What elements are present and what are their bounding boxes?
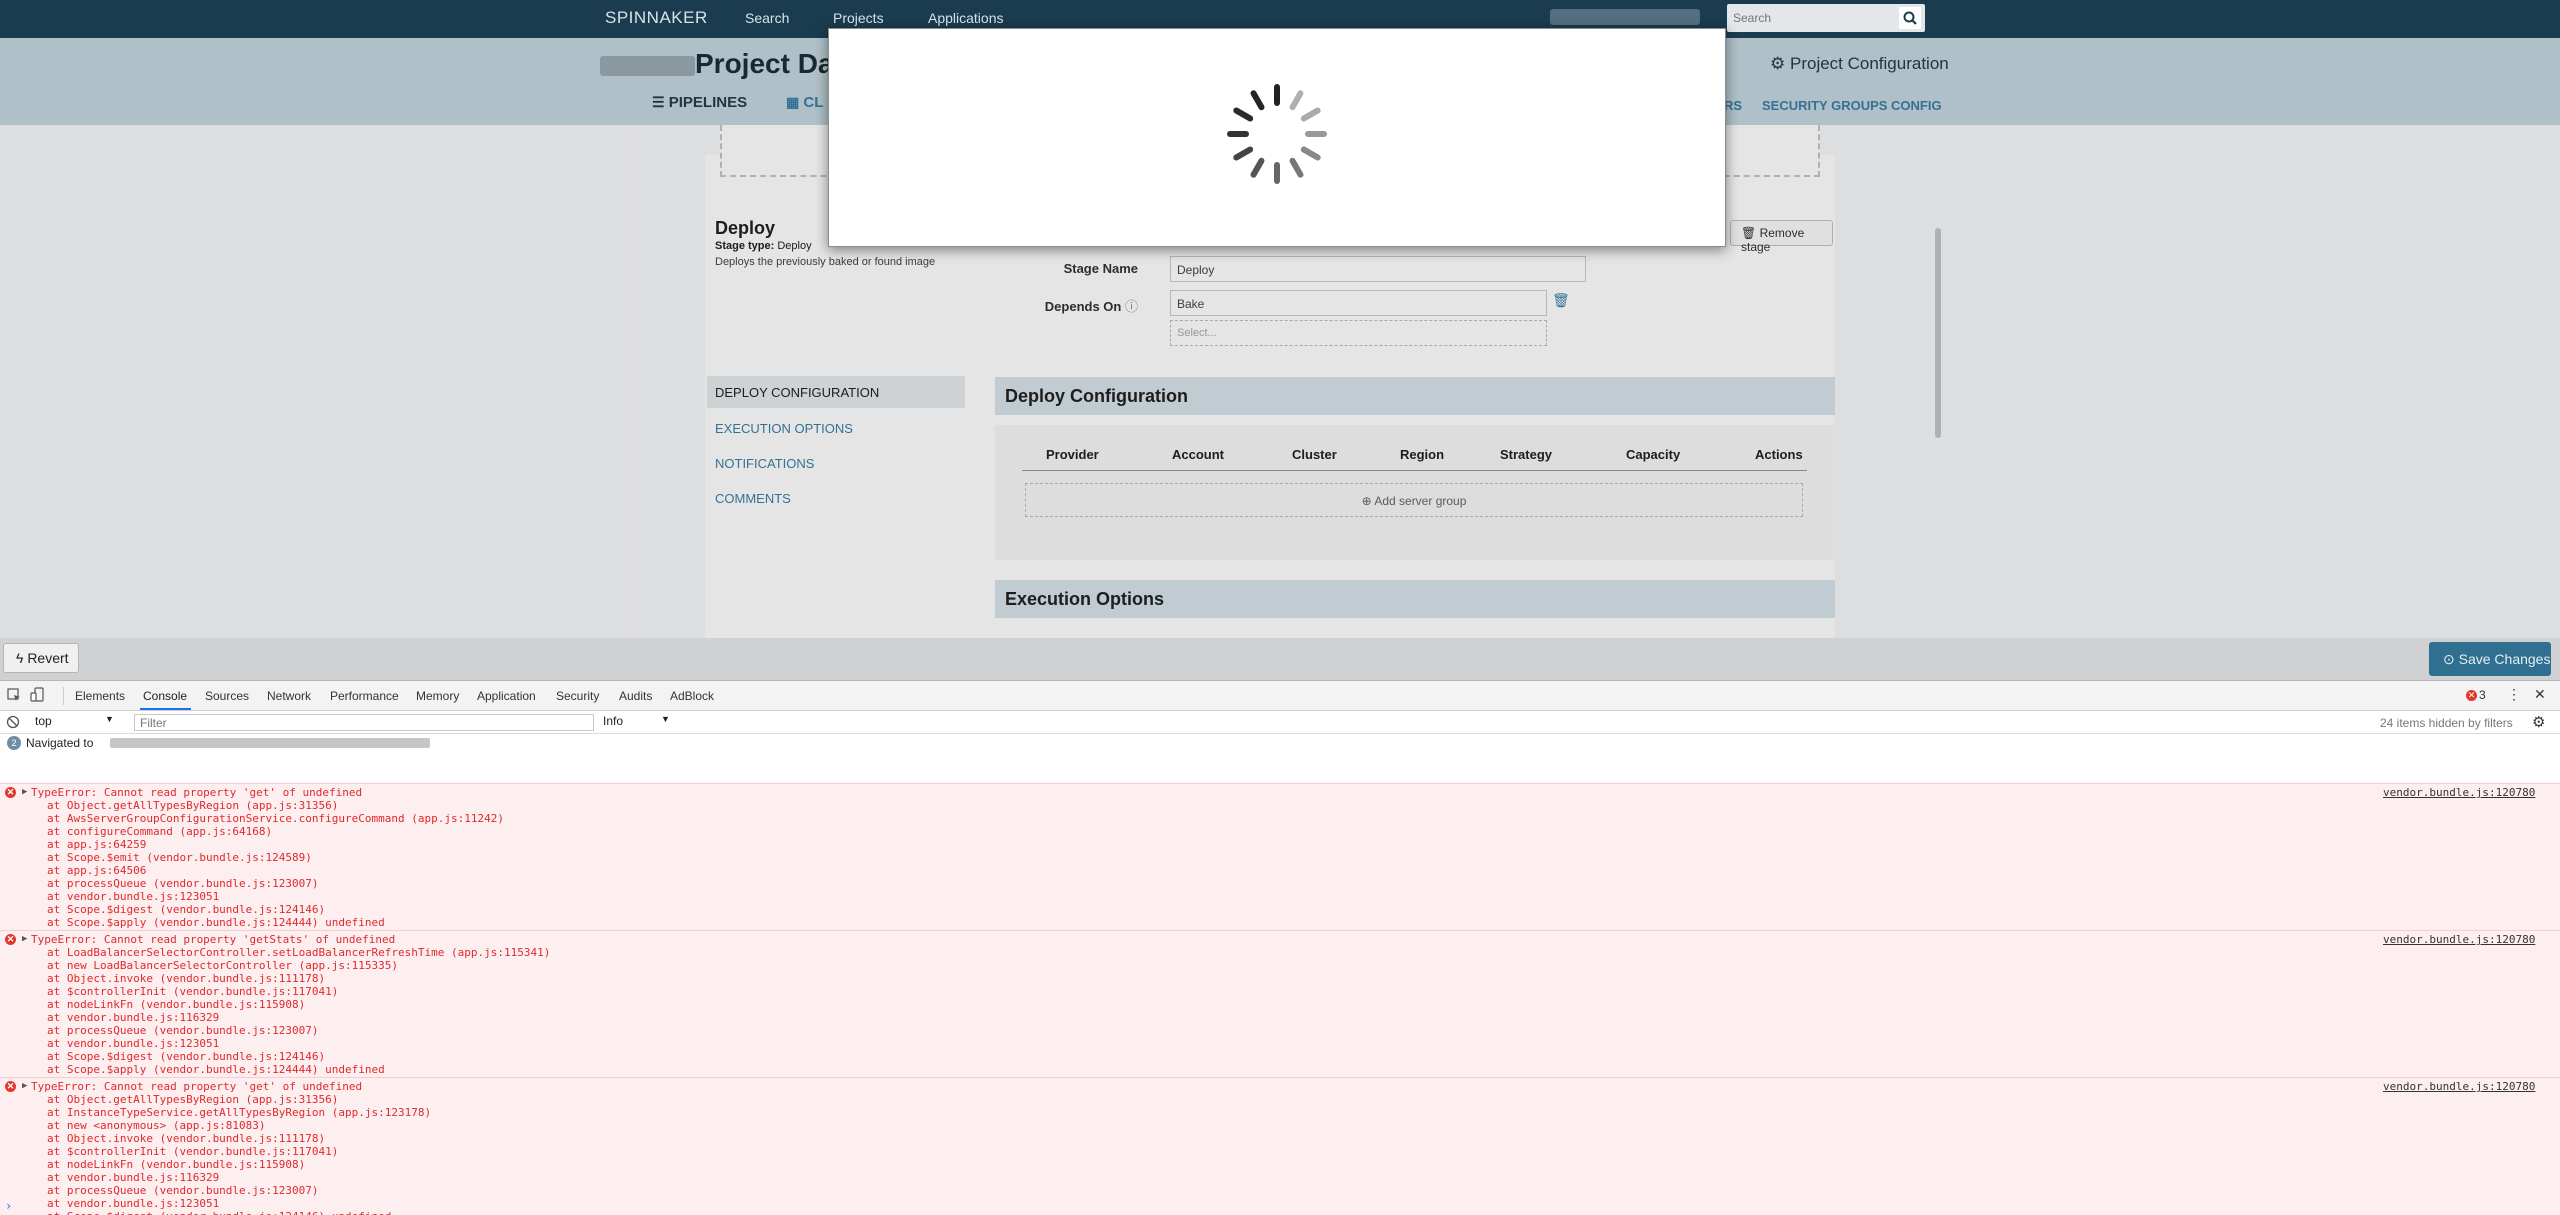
search-input[interactable] <box>1733 9 1883 27</box>
navigated-url-redacted[interactable] <box>110 738 430 748</box>
global-search <box>1727 4 1925 32</box>
console-toolbar: top ▼ Filter Info ▼ 24 items hidden by f… <box>0 711 2560 734</box>
stack-trace-line[interactable]: at nodeLinkFn (vendor.bundle.js:115908) <box>47 998 305 1011</box>
console-error-entry[interactable]: ✕ ▶ TypeError: Cannot read property 'getSt… <box>0 930 2560 1077</box>
stack-trace-line[interactable]: at app.js:64259 <box>47 838 146 851</box>
error-icon: ✕ <box>2466 690 2477 701</box>
device-toolbar-icon[interactable] <box>30 687 46 703</box>
more-options-icon[interactable]: ⋮ <box>2507 686 2521 703</box>
console-settings-gear-icon[interactable]: ⚙ <box>2532 713 2545 731</box>
devtools-tabbar: Elements Console Sources Network Perform… <box>0 681 2560 711</box>
error-count-badge[interactable]: ✕ 3 <box>2466 688 2486 702</box>
stack-trace-line[interactable]: at Object.getAllTypesByRegion (app.js:31… <box>47 1093 338 1106</box>
stack-trace-line[interactable]: at $controllerInit (vendor.bundle.js:117… <box>47 985 338 998</box>
tab-security[interactable]: Security <box>556 689 599 703</box>
inspect-element-icon[interactable] <box>6 687 22 703</box>
stack-trace-line[interactable]: at processQueue (vendor.bundle.js:123007… <box>47 877 319 890</box>
error-icon: ✕ <box>5 787 16 798</box>
tab-network[interactable]: Network <box>267 689 311 703</box>
tab-performance[interactable]: Performance <box>330 689 399 703</box>
stack-trace-line[interactable]: at app.js:64506 <box>47 864 146 877</box>
bolt-icon: ϟ <box>16 650 24 666</box>
stack-trace-line[interactable]: at $controllerInit (vendor.bundle.js:117… <box>47 1145 338 1158</box>
stack-trace-line[interactable]: at Scope.$apply (vendor.bundle.js:124444… <box>47 916 385 929</box>
tab-elements[interactable]: Elements <box>75 689 125 703</box>
tab-application[interactable]: Application <box>477 689 536 703</box>
revert-button[interactable]: ϟ Revert <box>3 643 79 673</box>
dropdown-arrow-icon: ▼ <box>105 714 114 724</box>
repeat-count-badge: 2 <box>7 736 21 750</box>
stack-trace-line[interactable]: at InstanceTypeService.getAllTypesByRegi… <box>47 1106 431 1119</box>
stack-trace-line[interactable]: at nodeLinkFn (vendor.bundle.js:115908) <box>47 1158 305 1171</box>
stack-trace-line[interactable]: at Object.invoke (vendor.bundle.js:11117… <box>47 1132 325 1145</box>
stack-trace-line[interactable]: at vendor.bundle.js:123051 <box>47 1197 219 1210</box>
error-source-link[interactable]: vendor.bundle.js:120780 <box>2383 933 2535 946</box>
error-source-link[interactable]: vendor.bundle.js:120780 <box>2383 1080 2535 1093</box>
console-prompt[interactable]: › <box>5 1199 12 1213</box>
context-select[interactable]: top ▼ <box>35 714 118 731</box>
tabbar-divider <box>63 687 64 705</box>
tab-sources[interactable]: Sources <box>205 689 249 703</box>
action-bar: ϟ Revert ⊙ Save Changes <box>0 638 2560 680</box>
error-icon: ✕ <box>5 934 16 945</box>
stack-trace-line[interactable]: at Scope.$digest (vendor.bundle.js:12414… <box>47 1210 391 1215</box>
close-icon[interactable]: ✕ <box>2534 686 2546 703</box>
error-source-link[interactable]: vendor.bundle.js:120780 <box>2383 786 2535 799</box>
error-icon: ✕ <box>5 1081 16 1092</box>
console-error-entry[interactable]: ✕ ▶ TypeError: Cannot read property 'get' … <box>0 783 2560 930</box>
console-error-entry[interactable]: ✕ ▶ TypeError: Cannot read property 'get' … <box>0 1077 2560 1215</box>
brand-logo[interactable]: SPINNAKER <box>605 8 708 28</box>
stack-trace-line[interactable]: at LoadBalancerSelectorController.setLoa… <box>47 946 550 959</box>
expand-triangle-icon[interactable]: ▶ <box>22 787 27 797</box>
loading-modal <box>828 28 1726 247</box>
expand-triangle-icon[interactable]: ▶ <box>22 934 27 944</box>
stack-trace-line[interactable]: at AwsServerGroupConfigurationService.co… <box>47 812 504 825</box>
tab-audits[interactable]: Audits <box>619 689 652 703</box>
stack-trace-line[interactable]: at vendor.bundle.js:116329 <box>47 1171 219 1184</box>
nav-projects-link[interactable]: Projects <box>833 10 884 26</box>
stack-trace-line[interactable]: at configureCommand (app.js:64168) <box>47 825 272 838</box>
console-navigated-entry: 2 Navigated to <box>0 735 2560 751</box>
error-message: TypeError: Cannot read property 'get' of… <box>31 1080 363 1093</box>
stack-trace-line[interactable]: at vendor.bundle.js:123051 <box>47 1037 219 1050</box>
expand-triangle-icon[interactable]: ▶ <box>22 1081 27 1091</box>
loading-spinner-icon <box>1227 84 1327 184</box>
stack-trace-line[interactable]: at processQueue (vendor.bundle.js:123007… <box>47 1184 319 1197</box>
clear-console-icon[interactable] <box>6 715 20 729</box>
user-menu[interactable] <box>1550 9 1700 25</box>
nav-search-link[interactable]: Search <box>745 10 789 26</box>
log-level-select[interactable]: Info ▼ <box>603 714 675 731</box>
stack-trace-line[interactable]: at Scope.$digest (vendor.bundle.js:12414… <box>47 1050 325 1063</box>
tab-adblock[interactable]: AdBlock <box>670 689 714 703</box>
check-circle-icon: ⊙ <box>2443 651 2455 667</box>
stack-trace-line[interactable]: at processQueue (vendor.bundle.js:123007… <box>47 1024 319 1037</box>
stack-trace-line[interactable]: at vendor.bundle.js:123051 <box>47 890 219 903</box>
console-filter-input[interactable]: Filter <box>134 714 594 731</box>
stack-trace-line[interactable]: at Scope.$digest (vendor.bundle.js:12414… <box>47 903 325 916</box>
devtools-panel: Elements Console Sources Network Perform… <box>0 680 2560 1215</box>
stack-trace-line[interactable]: at Scope.$apply (vendor.bundle.js:124444… <box>47 1063 385 1076</box>
active-tab-indicator <box>140 708 191 710</box>
stack-trace-line[interactable]: at Object.invoke (vendor.bundle.js:11117… <box>47 972 325 985</box>
stack-trace-line[interactable]: at Scope.$emit (vendor.bundle.js:124589) <box>47 851 312 864</box>
search-icon[interactable] <box>1899 7 1921 29</box>
nav-applications-link[interactable]: Applications <box>928 10 1004 26</box>
stack-trace-line[interactable]: at vendor.bundle.js:116329 <box>47 1011 219 1024</box>
error-message: TypeError: Cannot read property 'getStat… <box>31 933 396 946</box>
stack-trace-line[interactable]: at new <anonymous> (app.js:81083) <box>47 1119 266 1132</box>
stack-trace-line[interactable]: at Object.getAllTypesByRegion (app.js:31… <box>47 799 338 812</box>
hidden-items-count: 24 items hidden by filters <box>2380 716 2513 730</box>
dropdown-arrow-icon: ▼ <box>661 714 670 724</box>
save-changes-button[interactable]: ⊙ Save Changes <box>2429 642 2551 676</box>
tab-console[interactable]: Console <box>143 689 187 703</box>
tab-memory[interactable]: Memory <box>416 689 459 703</box>
stack-trace-line[interactable]: at new LoadBalancerSelectorController (a… <box>47 959 398 972</box>
error-message: TypeError: Cannot read property 'get' of… <box>31 786 363 799</box>
